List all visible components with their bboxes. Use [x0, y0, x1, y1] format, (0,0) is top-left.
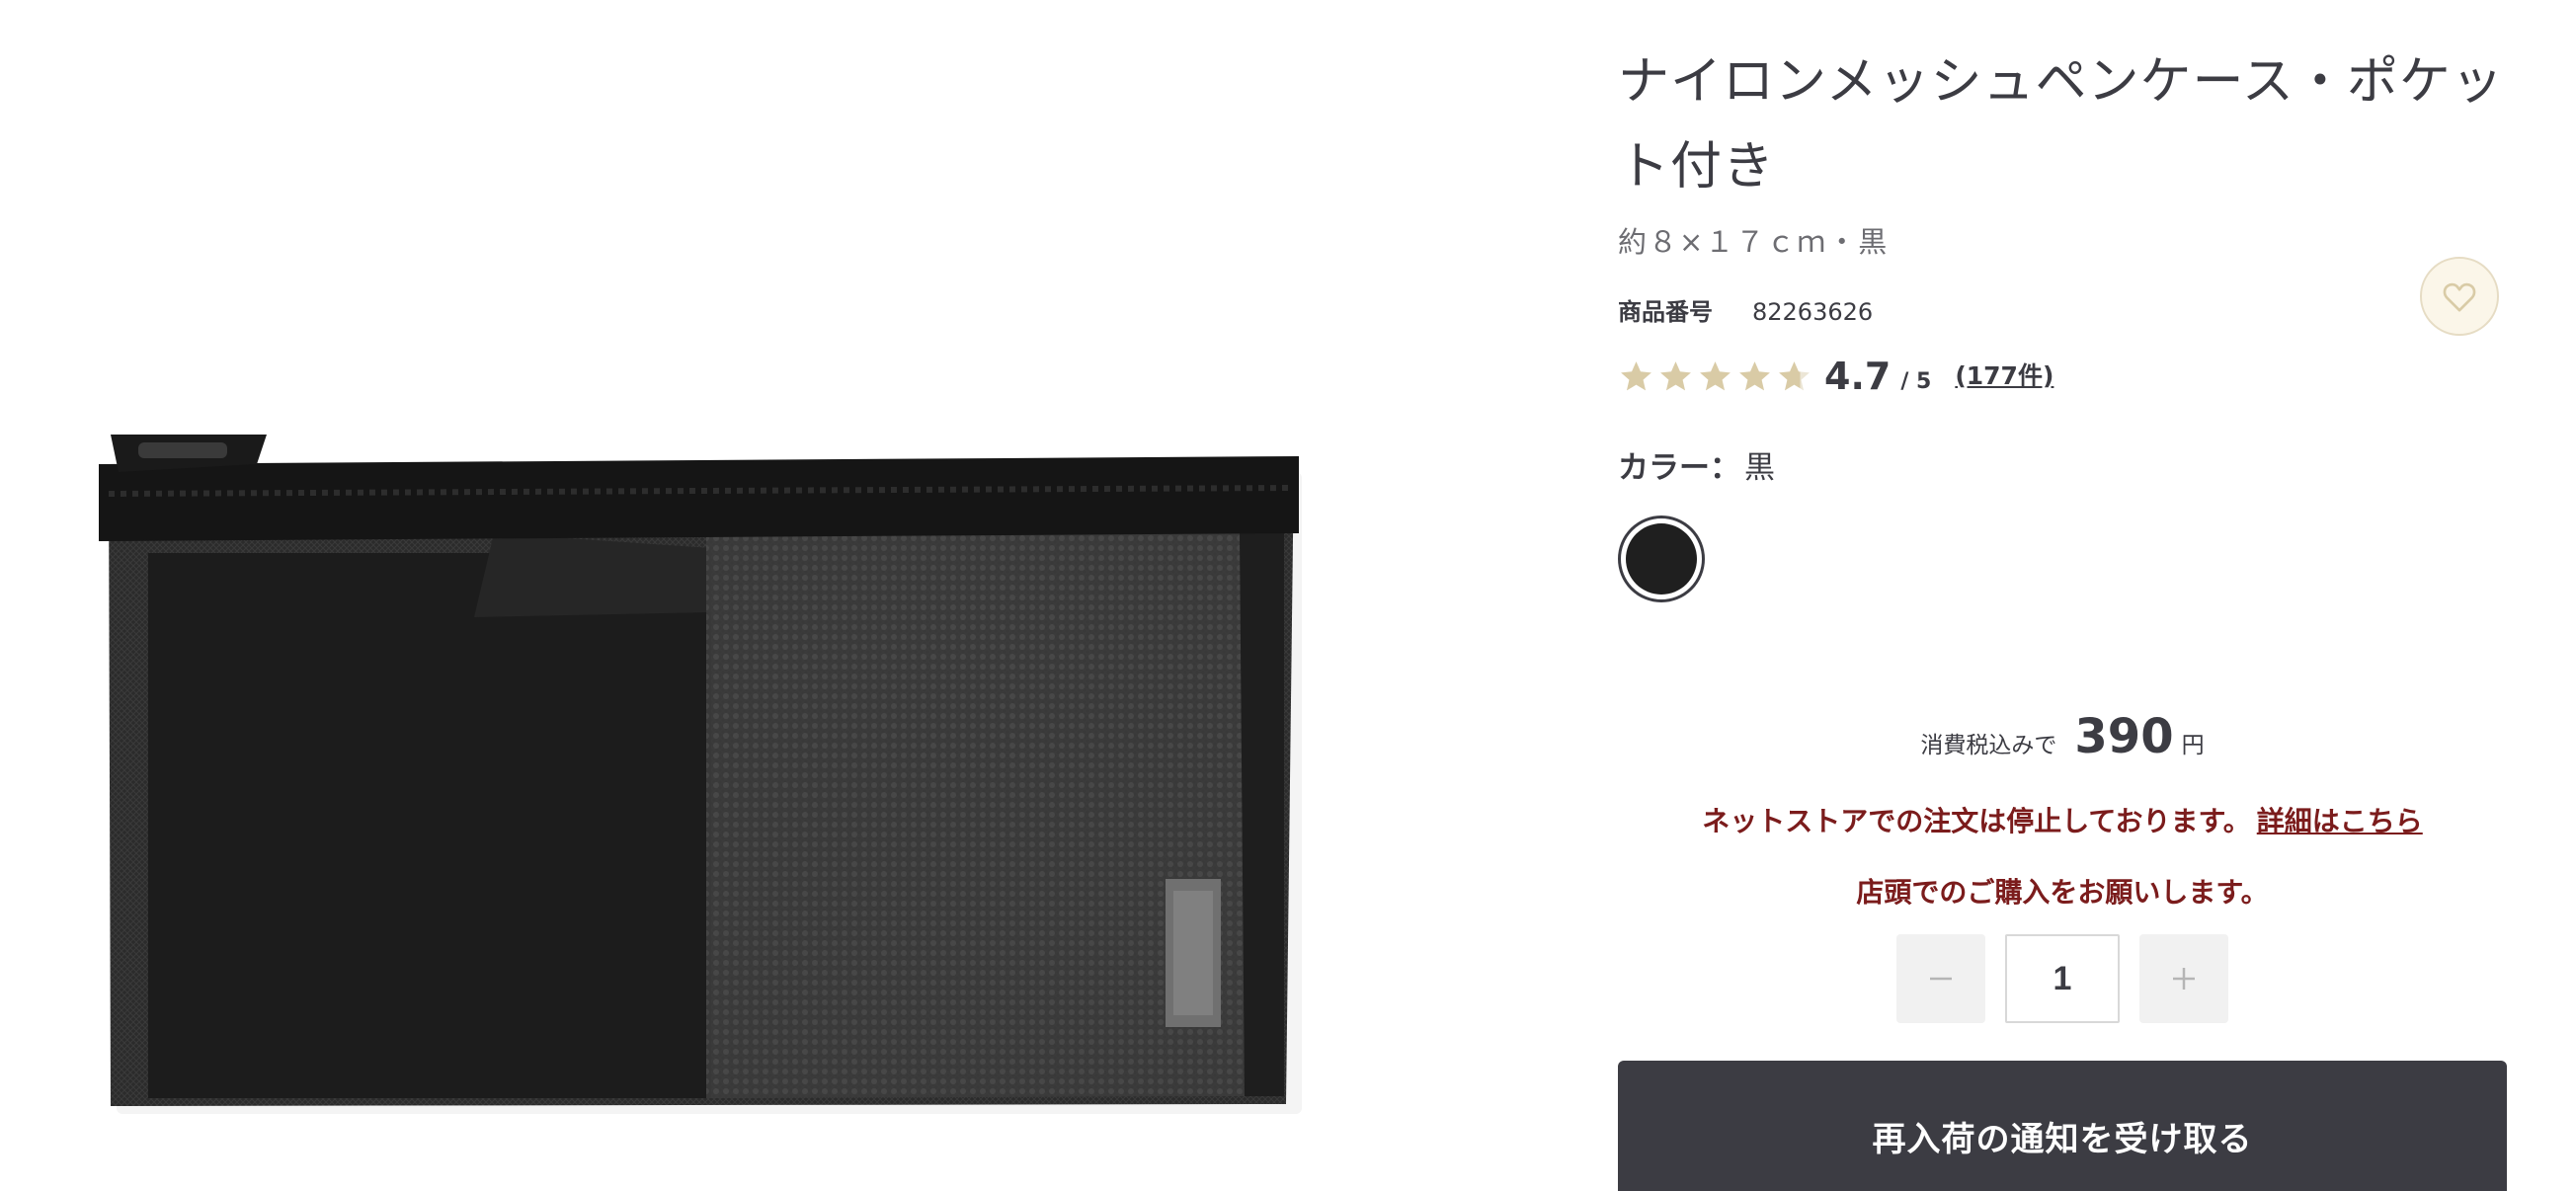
review-count-link[interactable]: (177件) — [1955, 357, 2053, 392]
product-page: ナイロンメッシュペンケース・ポケット付き 約８×１７ｃｍ・黒 商品番号 8226… — [0, 0, 2576, 1191]
restock-notify-button[interactable]: 再入荷の通知を受け取る — [1618, 1061, 2507, 1191]
price-unit: 円 — [2181, 733, 2205, 758]
color-row: カラー： 黒 — [1618, 442, 1775, 487]
star-icon — [1660, 360, 1691, 390]
in-store-notice: 店頭でのご購入をお願いします。 — [1856, 876, 2269, 909]
color-swatch-black[interactable] — [1618, 516, 1705, 602]
price-value: 390 — [2074, 709, 2174, 764]
plus-icon — [2173, 968, 2195, 990]
notice-text: ネットストアでの注文は停止しております。 — [1702, 805, 2251, 837]
swatch-fill — [1626, 523, 1697, 595]
star-icon — [1621, 360, 1651, 390]
minus-icon — [1930, 977, 1952, 981]
sku-value: 82263626 — [1752, 298, 1874, 326]
sku-label: 商品番号 — [1618, 298, 1713, 326]
favorite-button[interactable] — [2420, 257, 2499, 336]
decrement-button[interactable] — [1896, 934, 1985, 1023]
star-half-icon — [1779, 360, 1810, 390]
rating-row: 4.7 / 5 (177件) — [1618, 352, 2053, 401]
color-label: カラー： — [1618, 450, 1740, 486]
quantity-input[interactable] — [2005, 934, 2120, 1023]
order-stopped-notice: ネットストアでの注文は停止しております。 詳細はこちら — [1618, 800, 2507, 839]
color-value: 黒 — [1744, 450, 1775, 486]
product-image[interactable] — [0, 0, 1501, 1191]
product-info: ナイロンメッシュペンケース・ポケット付き 約８×１７ｃｍ・黒 商品番号 8226… — [1618, 0, 2507, 1191]
heart-icon — [2443, 282, 2476, 312]
price-prefix: 消費税込みで — [1920, 733, 2057, 758]
notice-details-link[interactable]: 詳細はこちら — [2257, 805, 2423, 837]
star-icon — [1739, 360, 1770, 390]
rating-stars — [1618, 358, 1812, 395]
rating-score: 4.7 — [1824, 355, 1892, 398]
price-row: 消費税込みで 390 円 — [1618, 709, 2507, 764]
pen-case-illustration — [99, 435, 1302, 1114]
increment-button[interactable] — [2139, 934, 2228, 1023]
rating-max: / 5 — [1900, 368, 1932, 394]
product-size-color: 約８×１７ｃｍ・黒 — [1618, 225, 1890, 259]
quantity-stepper — [1896, 934, 2228, 1023]
star-icon — [1700, 360, 1731, 390]
sku-row: 商品番号 82263626 — [1618, 292, 1873, 327]
product-title: ナイロンメッシュペンケース・ポケット付き — [1618, 52, 2504, 197]
